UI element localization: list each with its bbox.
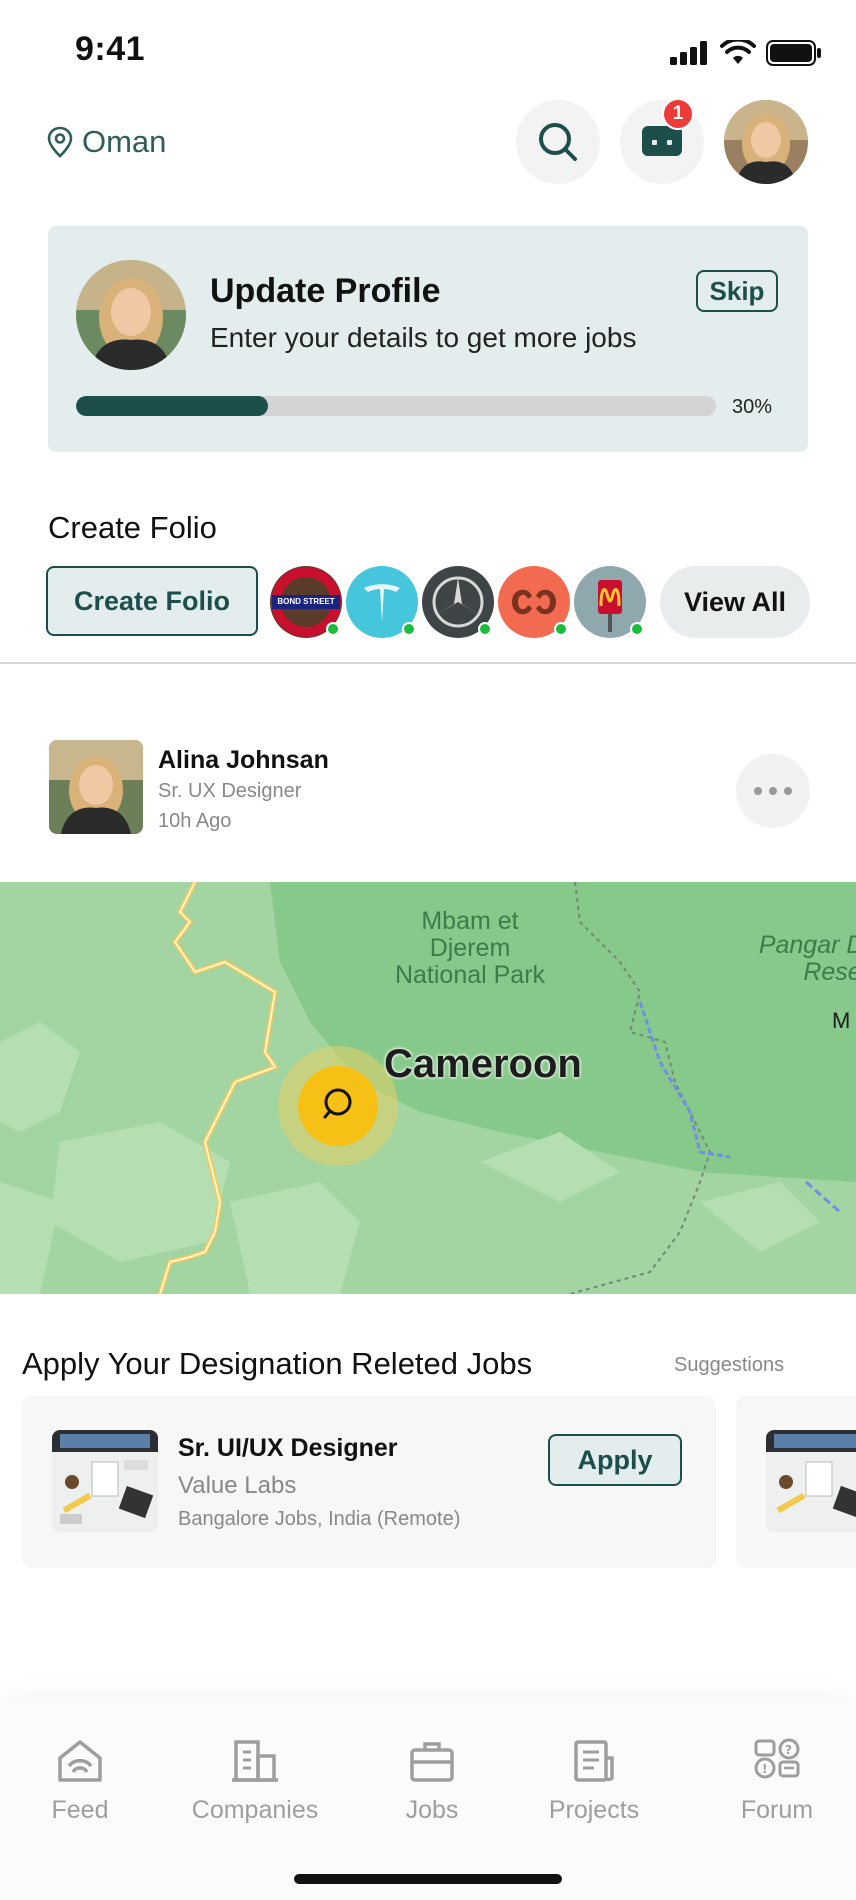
- nav-projects[interactable]: Projects: [544, 1738, 644, 1825]
- post-author-avatar[interactable]: [49, 740, 143, 834]
- home-icon: [58, 1740, 102, 1782]
- location-label: Oman: [82, 124, 167, 159]
- status-time: 9:41: [75, 30, 146, 68]
- update-profile-card[interactable]: Update Profile Enter your details to get…: [48, 226, 808, 452]
- nav-projects-label: Projects: [548, 1796, 640, 1824]
- nav-jobs[interactable]: Jobs: [396, 1738, 468, 1825]
- bottom-navigation: Feed Companies Jobs Projects ? ! Forum: [0, 1698, 856, 1900]
- folio-heading: Create Folio: [48, 510, 217, 545]
- map-edge-label: M: [832, 1008, 851, 1033]
- bond-street-text: BOND STREET: [277, 597, 335, 606]
- profile-progress-label: 30%: [732, 396, 773, 418]
- post-author-role: Sr. UX Designer: [158, 780, 302, 802]
- nav-jobs-label: Jobs: [405, 1796, 459, 1824]
- job-location: Bangalore Jobs, India (Remote): [178, 1508, 461, 1530]
- online-dot: [630, 622, 644, 636]
- location-pin-icon: [47, 126, 73, 158]
- nav-companies[interactable]: Companies: [190, 1738, 320, 1825]
- job-thumbnail: [766, 1430, 856, 1532]
- job-thumbnail: [52, 1430, 158, 1532]
- search-button[interactable]: [516, 100, 600, 184]
- map-reserve-label: Pangar Dj Reser: [758, 931, 856, 986]
- online-dot: [402, 622, 416, 636]
- post-map[interactable]: Mbam et Djerem National Park Cameroon Pa…: [0, 882, 856, 1294]
- suggestions-link[interactable]: Suggestions: [674, 1354, 784, 1377]
- building-icon: [232, 1740, 278, 1782]
- online-dot: [554, 622, 568, 636]
- briefcase-icon: [410, 1742, 454, 1782]
- map-country-label: Cameroon: [384, 1042, 582, 1086]
- nav-feed[interactable]: Feed: [44, 1738, 116, 1825]
- nav-companies-label: Companies: [191, 1796, 319, 1824]
- home-indicator: [294, 1874, 562, 1884]
- profile-progress-fill: [76, 396, 268, 416]
- user-avatar[interactable]: [724, 100, 808, 184]
- online-dot: [478, 622, 492, 636]
- post-more-button[interactable]: [736, 754, 810, 828]
- apply-button[interactable]: Apply: [548, 1434, 682, 1486]
- more-horizontal-icon: [754, 787, 792, 795]
- location-selector[interactable]: Oman: [46, 124, 166, 160]
- profile-card-subtitle: Enter your details to get more jobs: [210, 322, 637, 353]
- search-icon: [539, 123, 577, 161]
- profile-avatar: [76, 260, 186, 370]
- nav-feed-label: Feed: [51, 1796, 109, 1824]
- profile-card-title: Update Profile: [210, 272, 441, 310]
- forum-icon: ? !: [754, 1738, 800, 1779]
- notification-badge: 1: [662, 98, 694, 130]
- folio-logo-mcdonalds[interactable]: [574, 566, 646, 638]
- jobs-section-heading: Apply Your Designation Releted Jobs: [22, 1346, 533, 1381]
- user-avatar-image: [724, 100, 808, 184]
- job-card-next[interactable]: [736, 1396, 856, 1568]
- messages-button[interactable]: 1: [620, 98, 704, 184]
- view-all-button[interactable]: View All: [660, 566, 810, 638]
- online-dot: [326, 622, 340, 636]
- job-card[interactable]: Sr. UI/UX Designer Value Labs Bangalore …: [22, 1396, 716, 1568]
- svg-text:!: !: [762, 1762, 767, 1776]
- status-icons: [670, 40, 822, 66]
- folio-logo-mercedes[interactable]: [422, 566, 494, 638]
- folio-logo-brand[interactable]: [498, 566, 570, 638]
- job-company: Value Labs: [178, 1472, 297, 1499]
- post-author-name[interactable]: Alina Johnsan: [158, 746, 329, 775]
- battery-icon: [766, 40, 821, 66]
- folio-logo-bond-street[interactable]: BOND STREET: [270, 566, 342, 638]
- create-folio-button[interactable]: Create Folio: [46, 566, 258, 636]
- profile-progress-bar: [76, 396, 716, 416]
- wifi-icon: [720, 40, 756, 64]
- post-timestamp: 10h Ago: [158, 810, 232, 832]
- job-title: Sr. UI/UX Designer: [178, 1434, 398, 1462]
- nav-forum[interactable]: ? ! Forum: [734, 1738, 820, 1825]
- folio-logo-tesla[interactable]: [346, 566, 418, 638]
- skip-button[interactable]: Skip: [696, 270, 778, 312]
- section-divider: [0, 662, 856, 664]
- map-park-label: Mbam et Djerem National Park: [394, 907, 546, 989]
- document-icon: [574, 1740, 614, 1782]
- svg-text:?: ?: [785, 1743, 792, 1757]
- nav-forum-label: Forum: [740, 1796, 814, 1824]
- signal-icon: [670, 41, 707, 65]
